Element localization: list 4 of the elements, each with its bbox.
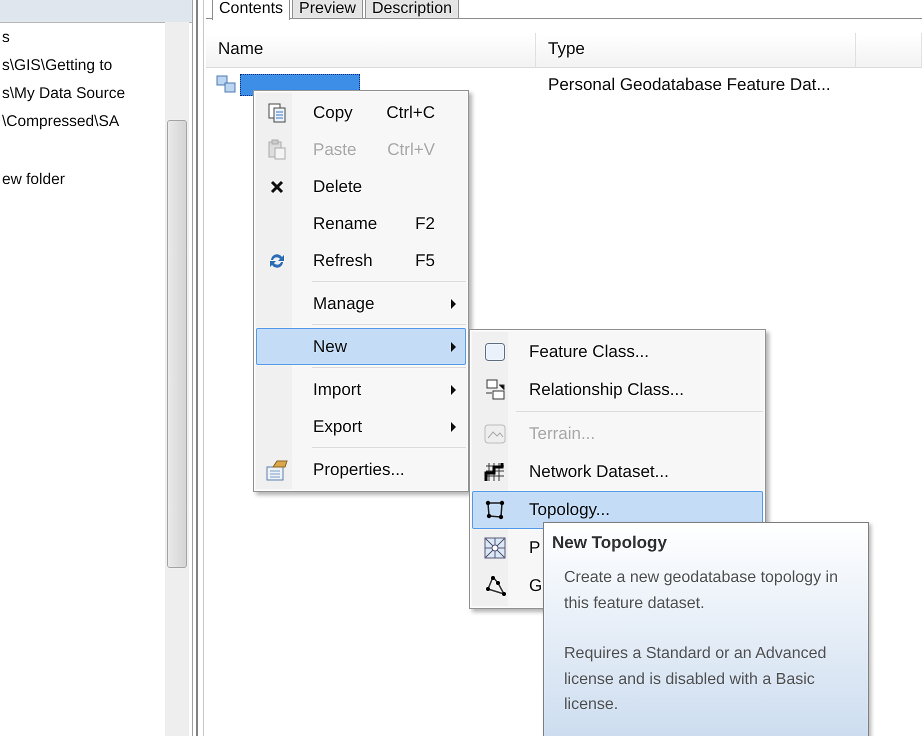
table-cell-text: Personal Geodatabase Feature Dat... — [547, 75, 832, 95]
tooltip-text: Create a new geodatabase topology in this feature dataset. — [563, 568, 839, 614]
tooltip-text: Requires a Standard or an Advanced license and is disabled with a Basic license. — [563, 644, 828, 715]
tooltip-title: New Topology — [552, 533, 668, 553]
